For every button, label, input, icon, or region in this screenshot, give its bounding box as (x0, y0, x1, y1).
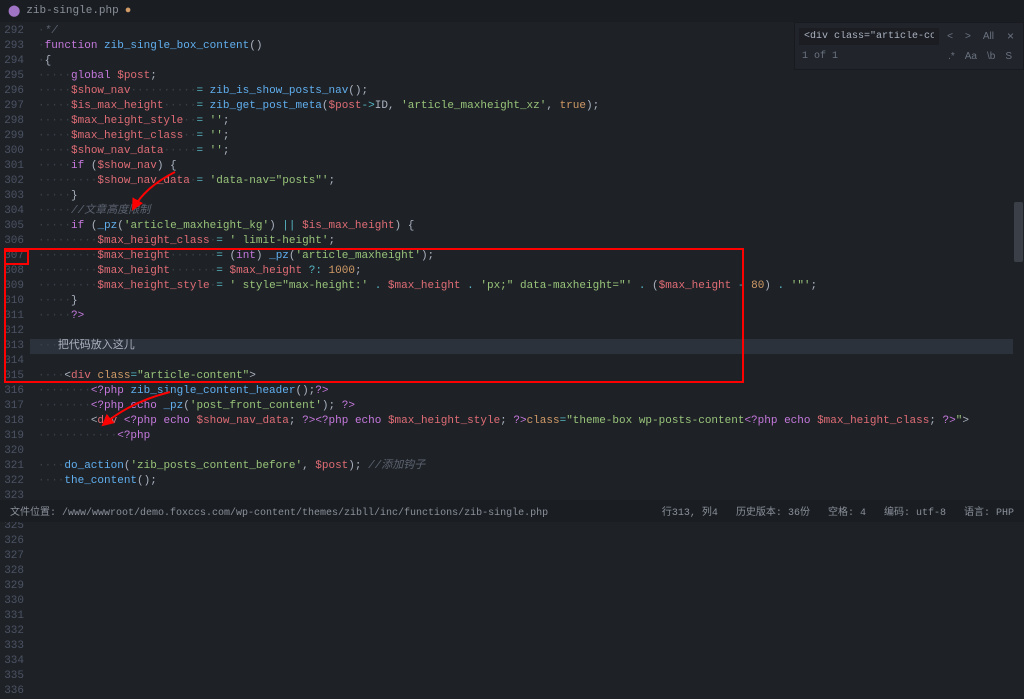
statusbar: 文件位置: /www/wwwroot/demo.foxccs.com/wp-co… (0, 500, 1024, 522)
code-area[interactable]: ·*/·function zib_single_box_content()·{·… (30, 22, 1024, 500)
encoding-info[interactable]: 编码: utf-8 (884, 503, 946, 519)
code-line[interactable]: ········<div <?php echo $show_nav_data; … (30, 414, 1024, 429)
php-icon: ⬤ (8, 4, 20, 18)
code-line[interactable]: ·····$max_height_style··= ''; (30, 114, 1024, 129)
file-path: 文件位置: /www/wwwroot/demo.foxccs.com/wp-co… (10, 503, 548, 519)
close-icon[interactable]: × (1002, 27, 1019, 45)
tab-filename[interactable]: zib-single.php (26, 5, 118, 17)
code-line[interactable]: ············<?php (30, 429, 1024, 444)
code-line[interactable]: ·····$show_nav··········= zib_is_show_po… (30, 84, 1024, 99)
code-line[interactable] (30, 354, 1024, 369)
code-line[interactable]: ·····?> (30, 309, 1024, 324)
code-line[interactable]: ········<?php zib_single_content_header(… (30, 384, 1024, 399)
code-line[interactable]: ·····//文章高度限制 (30, 204, 1024, 219)
line-gutter[interactable]: 2922932942952962972982993003013023033043… (0, 22, 30, 500)
code-line[interactable]: ·····if ($show_nav) { (30, 159, 1024, 174)
code-line[interactable]: ·····$max_height_class··= ''; (30, 129, 1024, 144)
modified-indicator: ● (125, 5, 132, 17)
code-line[interactable] (30, 324, 1024, 339)
code-line[interactable]: ·····global $post; (30, 69, 1024, 84)
regex-toggle[interactable]: .* (944, 49, 959, 64)
scrollbar-track[interactable] (1013, 22, 1024, 500)
code-line[interactable] (30, 489, 1024, 500)
code-line[interactable]: ·········$max_height·······= (int) _pz('… (30, 249, 1024, 264)
match-count: 1 of 1 (802, 51, 838, 62)
language-info[interactable]: 语言: PHP (964, 503, 1014, 519)
scrollbar-thumb[interactable] (1014, 202, 1023, 262)
code-line[interactable]: ·········$max_height_style·= ' style="ma… (30, 279, 1024, 294)
code-line[interactable]: ····do_action('zib_posts_content_before'… (30, 459, 1024, 474)
code-editor[interactable]: 2922932942952962972982993003013023033043… (0, 22, 1024, 500)
history-versions[interactable]: 历史版本: 36份 (736, 503, 810, 519)
code-line[interactable]: ·········$max_height·······= $max_height… (30, 264, 1024, 279)
code-line[interactable]: ···把代码放入这儿 (30, 339, 1024, 354)
search-input[interactable] (799, 28, 939, 45)
case-toggle[interactable]: Aa (961, 49, 981, 64)
code-line[interactable]: ·····$show_nav_data·····= ''; (30, 144, 1024, 159)
code-line[interactable]: ·····if (_pz('article_maxheight_kg') || … (30, 219, 1024, 234)
code-line[interactable]: ········<?php echo _pz('post_front_conte… (30, 399, 1024, 414)
prev-match-button[interactable]: < (943, 29, 957, 44)
code-line[interactable]: ·········$show_nav_data·= 'data-nav="pos… (30, 174, 1024, 189)
code-line[interactable]: ·····} (30, 189, 1024, 204)
cursor-position[interactable]: 行313, 列4 (662, 503, 718, 519)
window-titlebar: ⬤ zib-single.php ● (0, 0, 1024, 22)
code-line[interactable]: ·····$is_max_height·····= zib_get_post_m… (30, 99, 1024, 114)
find-panel: < > All × 1 of 1 .* Aa \b S (794, 22, 1024, 70)
indent-info[interactable]: 空格: 4 (828, 503, 866, 519)
word-toggle[interactable]: \b (983, 49, 999, 64)
code-line[interactable]: ·········$max_height_class·= ' limit-hei… (30, 234, 1024, 249)
code-line[interactable]: ·····} (30, 294, 1024, 309)
next-match-button[interactable]: > (961, 29, 975, 44)
selection-toggle[interactable]: S (1001, 49, 1016, 64)
code-line[interactable] (30, 444, 1024, 459)
code-line[interactable]: ····the_content(); (30, 474, 1024, 489)
find-all-button[interactable]: All (979, 29, 998, 44)
code-line[interactable]: ····<div class="article-content"> (30, 369, 1024, 384)
